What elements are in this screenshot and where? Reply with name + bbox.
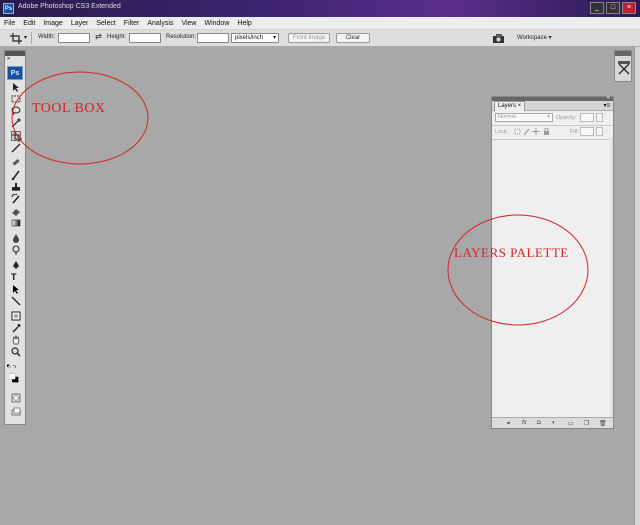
layers-footer: ⚭ fx ◘ ◐ ▭ ❐ 🗑: [492, 417, 613, 428]
brush-tool-icon[interactable]: [11, 170, 21, 180]
menu-image[interactable]: Image: [43, 20, 62, 27]
magic-wand-tool-icon[interactable]: [11, 118, 21, 128]
menu-layer[interactable]: Layer: [71, 20, 89, 27]
opacity-field[interactable]: [580, 113, 594, 122]
blend-mode-value: Normal: [498, 114, 516, 120]
layers-scrollbar[interactable]: [610, 137, 613, 417]
window-title: Adobe Photoshop CS3 Extended: [18, 3, 121, 10]
resolution-units-value: pixels/inch: [235, 35, 264, 41]
fill-field[interactable]: [580, 127, 594, 136]
menu-bar: File Edit Image Layer Select Filter Anal…: [0, 17, 640, 30]
dock-strip-grip[interactable]: [615, 51, 631, 56]
lock-label: Lock:: [495, 129, 509, 135]
palette-menu-icon[interactable]: ▾≡: [603, 102, 610, 109]
title-bar: Ps Adobe Photoshop CS3 Extended _ □ ×: [0, 0, 640, 17]
move-tool-icon[interactable]: [11, 82, 21, 92]
zoom-tool-icon[interactable]: [11, 347, 21, 357]
photoshop-logo[interactable]: Ps: [7, 66, 23, 80]
eraser-tool-icon[interactable]: [11, 206, 21, 216]
preset-dropdown-arrow[interactable]: ▾: [24, 34, 27, 41]
right-edge-strip: [634, 47, 640, 525]
menu-view[interactable]: View: [181, 20, 196, 27]
brushes-palette-icon[interactable]: [618, 61, 630, 75]
notes-tool-icon[interactable]: [11, 311, 21, 321]
line-shape-tool-icon[interactable]: [11, 296, 21, 306]
chevron-down-icon: ▾: [547, 114, 550, 120]
toolbox-annotation-label: TOOL BOX: [32, 101, 106, 116]
path-selection-tool-icon[interactable]: [11, 284, 21, 294]
minimize-button[interactable]: _: [590, 2, 604, 14]
app-icon: Ps: [3, 3, 14, 14]
lock-buttons: [514, 127, 554, 136]
lasso-tool-icon[interactable]: [11, 106, 21, 116]
history-brush-tool-icon[interactable]: [11, 194, 21, 204]
gradient-tool-icon[interactable]: [11, 218, 21, 228]
hand-tool-icon[interactable]: [11, 335, 21, 345]
clear-button[interactable]: Clear: [336, 33, 370, 43]
menu-edit[interactable]: Edit: [23, 20, 35, 27]
fx-icon[interactable]: fx: [522, 420, 527, 426]
width-field[interactable]: [58, 33, 90, 43]
menu-window[interactable]: Window: [204, 20, 229, 27]
type-tool-icon[interactable]: T: [11, 272, 21, 282]
menu-filter[interactable]: Filter: [124, 20, 140, 27]
fill-label: Fill:: [570, 129, 579, 135]
height-label: Height:: [107, 34, 127, 40]
fill-slider-toggle[interactable]: [596, 127, 603, 136]
resolution-label: Resolution:: [166, 34, 197, 40]
menu-analysis[interactable]: Analysis: [147, 20, 173, 27]
crop-tool-preset-icon[interactable]: [10, 33, 22, 44]
default-colors-icon[interactable]: [7, 362, 25, 371]
eyedropper-tool-icon[interactable]: [11, 323, 21, 333]
crop-tool-icon[interactable]: [11, 131, 22, 142]
blur-tool-icon[interactable]: [11, 233, 21, 243]
workspace-menu[interactable]: Workspace ▾: [517, 34, 552, 41]
pen-tool-icon[interactable]: [11, 260, 21, 270]
link-layers-icon[interactable]: ⚭: [506, 420, 511, 427]
menu-help[interactable]: Help: [237, 20, 251, 27]
toolbox-annotation-ellipse: [11, 71, 149, 165]
menu-select[interactable]: Select: [96, 20, 115, 27]
layers-annotation-label: LAYERS PALETTE: [454, 245, 569, 260]
color-swatches-icon[interactable]: [9, 373, 25, 387]
new-group-icon[interactable]: ▭: [568, 420, 574, 427]
opacity-slider-toggle[interactable]: [596, 113, 603, 122]
resolution-units-select[interactable]: pixels/inch ▾: [231, 33, 279, 43]
chevron-down-icon: ▾: [272, 35, 276, 41]
resolution-field[interactable]: [197, 33, 229, 43]
divider: [31, 32, 32, 44]
blend-mode-select[interactable]: Normal ▾: [495, 113, 553, 122]
close-button[interactable]: ×: [622, 2, 636, 14]
healing-brush-tool-icon[interactable]: [11, 158, 21, 168]
add-mask-icon[interactable]: ◘: [537, 420, 541, 426]
divider: [492, 139, 613, 140]
adjustment-layer-icon[interactable]: ◐: [552, 420, 556, 426]
options-bar: ▾ Width: ⇄ Height: Resolution: pixels/in…: [0, 30, 640, 47]
slice-tool-icon[interactable]: [11, 143, 21, 153]
new-layer-icon[interactable]: ❐: [584, 420, 589, 427]
tab-layers[interactable]: Layers ×: [494, 101, 526, 111]
quick-mask-icon[interactable]: [11, 393, 21, 403]
marquee-tool-icon[interactable]: [11, 94, 21, 104]
window-controls: _ □ ×: [590, 2, 636, 14]
layers-palette: « Layers × ▾≡ Normal ▾ Opacity: Lock: Fi…: [491, 95, 614, 429]
palette-well-icon[interactable]: [492, 33, 506, 44]
clone-stamp-tool-icon[interactable]: [11, 182, 21, 192]
dock-strip: [614, 50, 632, 82]
swap-dimensions-icon[interactable]: ⇄: [95, 32, 102, 41]
trash-icon[interactable]: 🗑: [599, 420, 607, 427]
opacity-label: Opacity:: [556, 115, 577, 121]
menu-file[interactable]: File: [4, 20, 15, 27]
screen-mode-icon[interactable]: [11, 407, 21, 417]
height-field[interactable]: [129, 33, 161, 43]
width-label: Width:: [38, 34, 56, 40]
layers-tab-row: Layers × ▾≡: [492, 101, 613, 111]
divider: [492, 125, 613, 126]
front-image-button[interactable]: Front Image: [288, 33, 330, 43]
maximize-button[interactable]: □: [606, 2, 620, 14]
toolbox-collapse-icon[interactable]: »: [7, 56, 10, 62]
tool-box: » Ps T: [4, 50, 26, 425]
dodge-tool-icon[interactable]: [11, 245, 21, 255]
